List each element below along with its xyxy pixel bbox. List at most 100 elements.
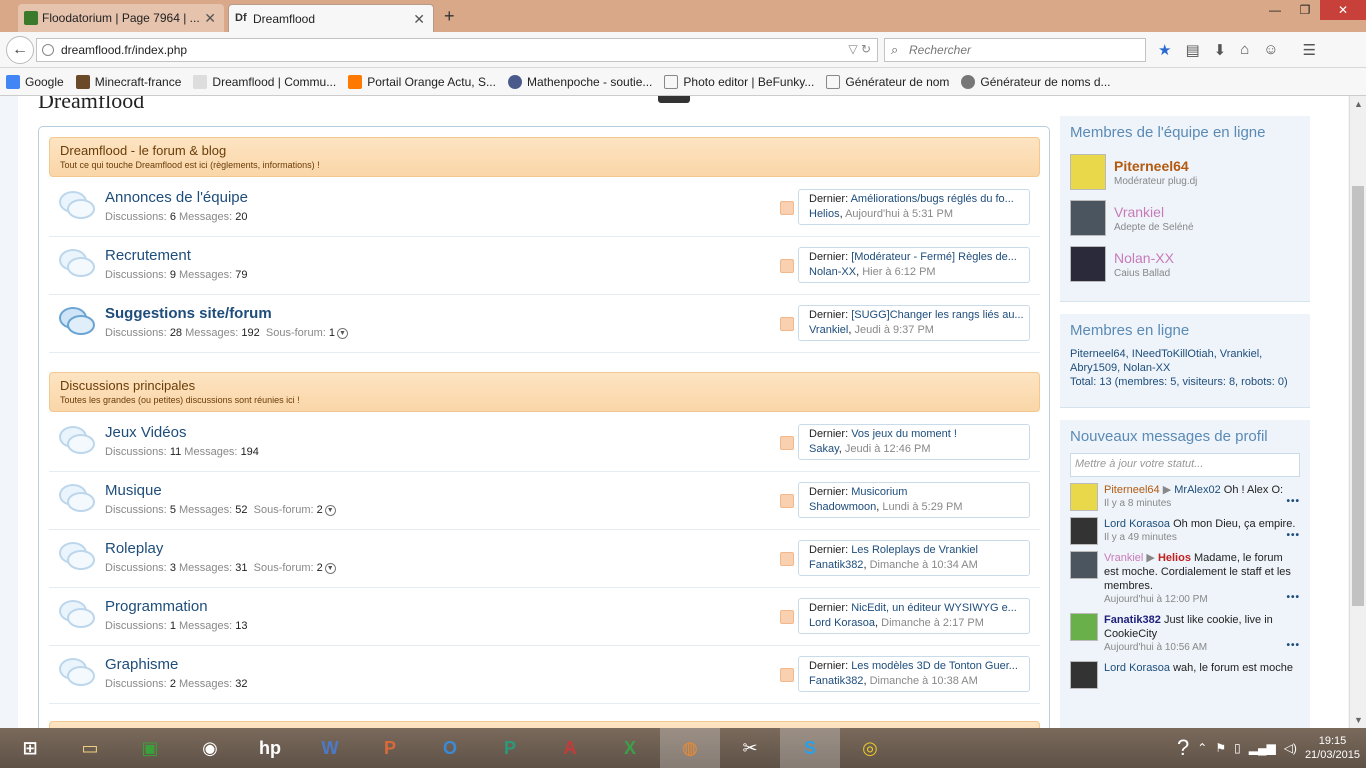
category-header[interactable]: Dreamflood - le forum & blog Tout ce qui… xyxy=(49,137,1040,177)
subforum-dropdown-icon[interactable]: ▼ xyxy=(324,504,336,516)
rss-icon[interactable] xyxy=(780,552,794,566)
category-header[interactable]: Discussions principales Toutes les grand… xyxy=(49,372,1040,412)
avatar[interactable] xyxy=(1070,551,1098,579)
hello-icon[interactable]: ☺ xyxy=(1263,41,1278,59)
store-icon[interactable]: ▣ xyxy=(120,728,180,768)
menu-icon[interactable]: ☰ xyxy=(1303,41,1316,59)
webcam-icon[interactable]: ◉ xyxy=(180,728,240,768)
outlook-icon[interactable]: O xyxy=(420,728,480,768)
forum-title[interactable]: Recrutement xyxy=(105,247,191,264)
scroll-thumb[interactable] xyxy=(1352,186,1364,606)
action-center-icon[interactable]: ⚑ xyxy=(1215,741,1226,755)
forum-title[interactable]: Programmation xyxy=(105,598,208,615)
last-post-link[interactable]: Les modèles 3D de Tonton Guer... xyxy=(851,660,1018,672)
avatar[interactable] xyxy=(1070,200,1106,236)
subforum-dropdown-icon[interactable]: ▼ xyxy=(324,562,336,574)
file-explorer-icon[interactable]: ▭ xyxy=(60,728,120,768)
forum-title[interactable]: Suggestions site/forum xyxy=(105,305,272,322)
search-input[interactable]: ⌕ Rechercher xyxy=(884,38,1146,62)
download-icon[interactable]: ⬇ xyxy=(1214,41,1227,59)
bookmark-star-icon[interactable]: ★ xyxy=(1158,41,1171,59)
post-author[interactable]: Lord Korasoa xyxy=(1104,518,1170,530)
close-tab-icon[interactable]: ✕ xyxy=(204,10,216,27)
avatar[interactable] xyxy=(1070,517,1098,545)
rss-icon[interactable] xyxy=(780,201,794,215)
avatar[interactable] xyxy=(1070,613,1098,641)
category-header[interactable] xyxy=(49,721,1040,728)
access-icon[interactable]: A xyxy=(540,728,600,768)
reload-icon[interactable]: ▽ ↻ xyxy=(848,42,871,56)
avatar[interactable] xyxy=(1070,246,1106,282)
last-post-link[interactable]: [Modérateur - Fermé] Règles de... xyxy=(851,251,1017,263)
last-post-user[interactable]: Shadowmoon xyxy=(809,501,876,513)
bookmark-befunky[interactable]: Photo editor | BeFunky... xyxy=(664,74,814,89)
forum-title[interactable]: Musique xyxy=(105,482,162,499)
battery-icon[interactable]: ▯ xyxy=(1234,741,1241,755)
avatar[interactable] xyxy=(1070,154,1106,190)
scroll-up-icon[interactable]: ▲ xyxy=(1354,99,1363,109)
bookmark-generateur[interactable]: Générateur de nom xyxy=(826,74,949,89)
staff-name[interactable]: Vrankiel xyxy=(1114,204,1194,220)
last-post-link[interactable]: Musicorium xyxy=(851,486,907,498)
url-bar[interactable]: dreamflood.fr/index.php ▽ ↻ xyxy=(36,38,878,62)
staff-name[interactable]: Nolan-XX xyxy=(1114,250,1174,266)
last-post-user[interactable]: Sakay xyxy=(809,443,839,455)
back-button[interactable]: ← xyxy=(6,36,34,64)
online-members-list[interactable]: Piterneel64, INeedToKillOtiah, Vrankiel,… xyxy=(1070,347,1300,375)
vertical-scrollbar[interactable]: ▲ ▼ xyxy=(1349,96,1366,728)
post-author[interactable]: Lord Korasoa xyxy=(1104,662,1170,674)
bookmark-minecraft[interactable]: Minecraft-france xyxy=(75,74,181,89)
avatar[interactable] xyxy=(1070,661,1098,689)
forum-title[interactable]: Roleplay xyxy=(105,540,163,557)
more-icon[interactable]: ••• xyxy=(1286,495,1300,509)
bookmark-orange[interactable]: Portail Orange Actu, S... xyxy=(348,74,496,89)
rss-icon[interactable] xyxy=(780,668,794,682)
tab-floodatorium[interactable]: Floodatorium | Page 7964 | ... ✕ xyxy=(18,4,224,32)
word-icon[interactable]: W xyxy=(300,728,360,768)
last-post-user[interactable]: Fanatik382 xyxy=(809,675,863,687)
clock[interactable]: 19:15 21/03/2015 xyxy=(1305,734,1360,762)
last-post-link[interactable]: [SUGG]Changer les rangs liés au... xyxy=(851,309,1023,321)
last-post-link[interactable]: Les Roleplays de Vrankiel xyxy=(851,544,978,556)
last-post-user[interactable]: Nolan-XX xyxy=(809,266,856,278)
subforum-dropdown-icon[interactable]: ▼ xyxy=(336,327,348,339)
help-icon[interactable]: ? xyxy=(1177,735,1189,761)
bookmark-dreamflood[interactable]: Dreamflood | Commu... xyxy=(193,74,336,89)
post-recipient[interactable]: Helios xyxy=(1158,552,1191,564)
close-window-icon[interactable]: ✕ xyxy=(1320,0,1366,20)
rss-icon[interactable] xyxy=(780,317,794,331)
skype-icon[interactable]: S xyxy=(780,728,840,768)
last-post-user[interactable]: Helios xyxy=(809,208,840,220)
more-icon[interactable]: ••• xyxy=(1286,639,1300,653)
more-icon[interactable]: ••• xyxy=(1286,529,1300,543)
start-button[interactable]: ⊞ xyxy=(0,728,60,768)
firefox-icon[interactable]: ◍ xyxy=(660,728,720,768)
forum-title[interactable]: Jeux Vidéos xyxy=(105,424,186,441)
last-post-link[interactable]: Améliorations/bugs réglés du fo... xyxy=(851,193,1014,205)
close-tab-icon[interactable]: ✕ xyxy=(413,11,425,28)
last-post-user[interactable]: Lord Korasoa xyxy=(809,617,875,629)
volume-icon[interactable]: ◁) xyxy=(1284,741,1297,755)
tray-expand-icon[interactable]: ⌃ xyxy=(1197,741,1207,755)
menu-toggle-button[interactable] xyxy=(658,96,690,103)
forum-title[interactable]: Graphisme xyxy=(105,656,178,673)
publisher-icon[interactable]: P xyxy=(480,728,540,768)
rss-icon[interactable] xyxy=(780,259,794,273)
staff-name[interactable]: Piterneel64 xyxy=(1114,158,1197,174)
new-tab-icon[interactable]: + xyxy=(444,6,455,27)
last-post-link[interactable]: NicEdit, un éditeur WYSIWYG e... xyxy=(851,602,1017,614)
home-icon[interactable]: ⌂ xyxy=(1240,41,1249,59)
avatar[interactable] xyxy=(1070,483,1098,511)
bookmark-generateur-noms[interactable]: Générateur de noms d... xyxy=(961,74,1111,89)
bookmark-mathenpoche[interactable]: Mathenpoche - soutie... xyxy=(507,74,652,89)
powerpoint-icon[interactable]: P xyxy=(360,728,420,768)
minimize-icon[interactable]: — xyxy=(1260,0,1290,20)
rss-icon[interactable] xyxy=(780,494,794,508)
tab-dreamflood[interactable]: Df Dreamflood ✕ xyxy=(228,4,434,32)
last-post-link[interactable]: Vos jeux du moment ! xyxy=(851,428,957,440)
chrome-icon[interactable]: ◎ xyxy=(840,728,900,768)
network-icon[interactable]: ▂▄▆ xyxy=(1249,741,1276,755)
rss-icon[interactable] xyxy=(780,436,794,450)
forum-title[interactable]: Annonces de l'équipe xyxy=(105,189,248,206)
restore-icon[interactable]: ❐ xyxy=(1290,0,1320,20)
